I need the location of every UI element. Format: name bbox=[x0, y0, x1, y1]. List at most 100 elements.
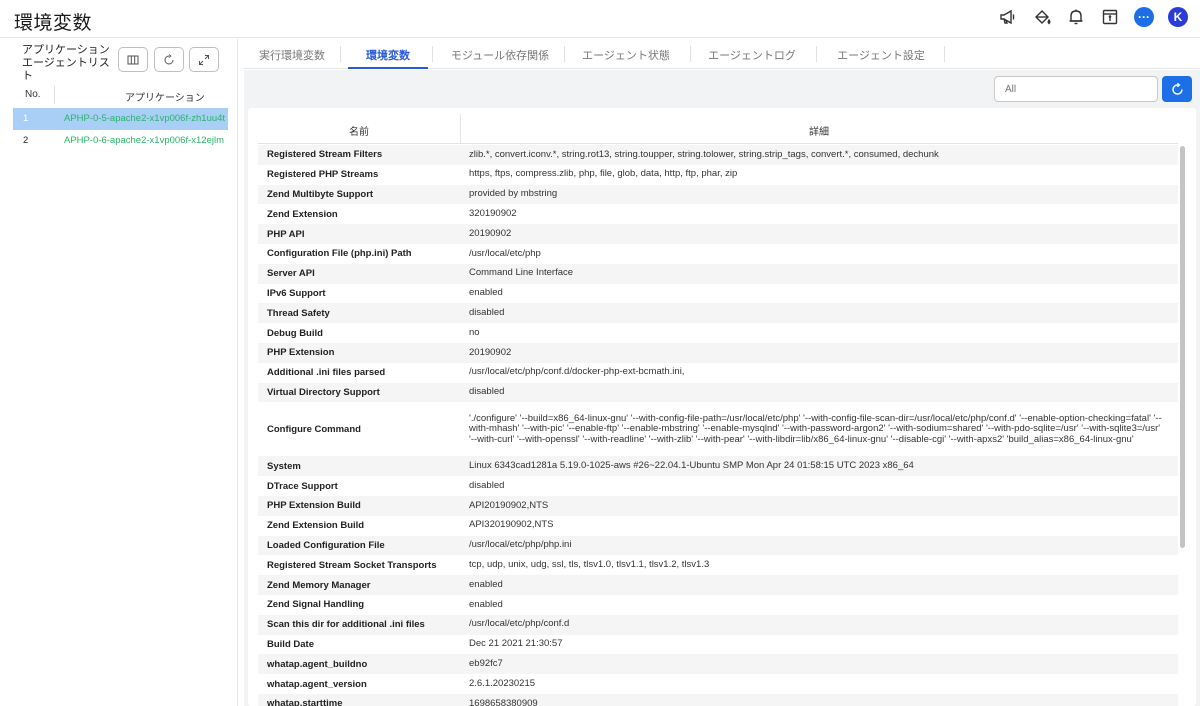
row-name: Additional .ini files parsed bbox=[267, 367, 386, 379]
row-detail: /usr/local/etc/php/php.ini bbox=[469, 539, 572, 551]
row-detail: Command Line Interface bbox=[469, 267, 574, 279]
refresh-list-button[interactable] bbox=[154, 47, 184, 72]
agent-list-title: アプリケーションエージェントリスト bbox=[22, 44, 110, 82]
row-name: Registered Stream Socket Transports bbox=[267, 559, 437, 571]
column-application: アプリケーション bbox=[125, 93, 205, 104]
row-name: Build Date bbox=[267, 638, 314, 650]
table-row: Additional .ini files parsed/usr/local/e… bbox=[258, 363, 1178, 383]
agent-list-item[interactable]: 1 APHP-0-5-apache2-x1vp006f-zh1uu4t bbox=[13, 108, 228, 130]
table-row: Build Date Dec 21 2021 21:30:57 bbox=[258, 635, 1178, 655]
table-row: Scan this dir for additional .ini files /… bbox=[258, 614, 1178, 635]
refresh-icon bbox=[164, 53, 174, 64]
row-detail: API20190902,NTS bbox=[469, 499, 549, 511]
table-header: 名前 詳細 bbox=[258, 114, 1178, 144]
row-detail: 20190902 bbox=[469, 346, 512, 358]
row-name: whatap.agent_version bbox=[267, 678, 367, 690]
row-detail: enabled bbox=[469, 287, 503, 299]
row-name: Zend Signal Handling bbox=[267, 599, 365, 611]
row-detail: zlib.*, convert.iconv.*, string.rot13, s… bbox=[469, 148, 939, 160]
table-row: Virtual Directory Support disabled bbox=[258, 382, 1178, 403]
agent-list-item[interactable]: 2 APHP-0-6-apache2-x1vp006f-x12ejlm bbox=[13, 130, 228, 152]
row-detail: disabled bbox=[469, 307, 505, 319]
table-row: Zend Multibyte Support provided by mbstri… bbox=[258, 184, 1178, 205]
row-detail: Dec 21 2021 21:30:57 bbox=[469, 638, 563, 650]
table-row: Registered Stream Filters zlib.*, convert… bbox=[258, 145, 1178, 165]
tab-agent-settings[interactable]: エージェント設定 bbox=[818, 39, 944, 69]
table-row: PHP Extension 20190902 bbox=[258, 342, 1178, 363]
expand-icon bbox=[199, 54, 209, 65]
row-name: Virtual Directory Support bbox=[267, 386, 380, 398]
tab-bar: 実行環境変数 環境変数 モジュール依存関係 エージェント状態 エージェントログ … bbox=[244, 39, 1200, 69]
row-name: Scan this dir for additional .ini files bbox=[267, 619, 425, 631]
table-row: Debug Build no bbox=[258, 323, 1178, 343]
row-detail: API320190902,NTS bbox=[469, 519, 554, 531]
row-detail: eb92fc7 bbox=[469, 657, 503, 669]
more-icon[interactable]: ··· bbox=[1134, 7, 1154, 27]
refresh-button[interactable] bbox=[1162, 76, 1192, 102]
row-name: DTrace Support bbox=[267, 480, 338, 492]
tab-module-deps[interactable]: モジュール依存関係 bbox=[436, 39, 564, 69]
table-row: Zend Memory Manager enabled bbox=[258, 575, 1178, 595]
bell-icon[interactable] bbox=[1066, 7, 1086, 27]
item-no: 1 bbox=[23, 113, 29, 124]
row-detail: provided by mbstring bbox=[469, 188, 558, 200]
paint-bucket-icon[interactable] bbox=[1032, 7, 1052, 27]
tab-runtime-env[interactable]: 実行環境変数 bbox=[244, 39, 340, 69]
header-toolbar: ··· K bbox=[998, 7, 1188, 27]
row-name: Zend Memory Manager bbox=[267, 579, 371, 591]
table-row: whatap.starttime 1698658380909 bbox=[258, 693, 1178, 706]
content-area: 名前 詳細 Registered Stream Filters zlib.*, c… bbox=[244, 70, 1200, 706]
table-row: PHP Extension Build API20190902,NTS bbox=[258, 495, 1178, 516]
row-name: Loaded Configuration File bbox=[267, 539, 385, 551]
row-detail: /usr/local/etc/php bbox=[469, 247, 541, 259]
row-detail: disabled bbox=[469, 479, 505, 491]
row-name: Configuration File (php.ini) Path bbox=[267, 248, 412, 260]
row-detail: tcp, udp, unix, udg, ssl, tls, tlsv1.0, … bbox=[469, 558, 710, 570]
table-row: Thread Safety disabled bbox=[258, 303, 1178, 324]
row-detail: 2.6.1.20230215 bbox=[469, 677, 536, 689]
row-name: whatap.starttime bbox=[267, 698, 343, 706]
env-table-card: 名前 詳細 Registered Stream Filters zlib.*, c… bbox=[248, 108, 1196, 706]
filter-input[interactable] bbox=[994, 76, 1158, 102]
announcement-icon[interactable] bbox=[998, 7, 1018, 27]
row-detail: /usr/local/etc/php/conf.d/docker-php-ext… bbox=[469, 366, 685, 378]
row-name: Server API bbox=[267, 268, 315, 280]
row-name: Zend Extension bbox=[267, 208, 338, 220]
table-row: Zend Signal Handling enabled bbox=[258, 595, 1178, 615]
table-row: whatap.agent_version 2.6.1.20230215 bbox=[258, 674, 1178, 694]
row-detail: 320190902 bbox=[469, 208, 517, 220]
row-detail: 20190902 bbox=[469, 227, 512, 239]
expand-button[interactable] bbox=[189, 47, 219, 72]
column-no: No. bbox=[25, 89, 41, 100]
vertical-scrollbar[interactable] bbox=[1180, 146, 1185, 548]
refresh-icon bbox=[1171, 82, 1183, 95]
row-name: Registered PHP Streams bbox=[267, 169, 379, 181]
tab-env-vars[interactable]: 環境変数 bbox=[348, 39, 428, 69]
calendar-icon[interactable] bbox=[1100, 7, 1120, 27]
row-name: PHP API bbox=[267, 228, 305, 240]
row-name: Configure Command bbox=[267, 423, 361, 435]
row-detail: no bbox=[469, 326, 480, 338]
row-name: PHP Extension Build bbox=[267, 500, 361, 512]
table-row: IPv6 Support enabled bbox=[258, 284, 1178, 304]
table-row: Zend Extension 320190902 bbox=[258, 204, 1178, 224]
table-row: Zend Extension Build API320190902,NTS bbox=[258, 516, 1178, 536]
table-body: Registered Stream Filters zlib.*, convert… bbox=[258, 145, 1178, 706]
column-settings-button[interactable] bbox=[118, 47, 148, 72]
row-detail: enabled bbox=[469, 598, 503, 610]
tab-agent-status[interactable]: エージェント状態 bbox=[566, 39, 686, 69]
row-name: Debug Build bbox=[267, 327, 323, 339]
column-name: 名前 bbox=[349, 127, 369, 138]
row-detail: 1698658380909 bbox=[469, 697, 538, 706]
tab-agent-log[interactable]: エージェントログ bbox=[692, 39, 812, 69]
agent-list-panel: アプリケーションエージェントリスト No. アプリケーション 1 APHP-0-… bbox=[0, 39, 238, 706]
row-detail: enabled bbox=[469, 578, 503, 590]
row-detail: './configure' '--build=x86_64-linux-gnu'… bbox=[469, 412, 1162, 445]
app-header: 環境変数 ··· K bbox=[0, 0, 1200, 38]
avatar[interactable]: K bbox=[1168, 7, 1188, 27]
table-row: Configure Command './configure' '--build=… bbox=[258, 402, 1178, 456]
row-name: Thread Safety bbox=[267, 307, 330, 319]
row-detail: Linux 6343cad1281a 5.19.0-1025-aws #26~2… bbox=[469, 460, 914, 471]
table-row: System Linux 6343cad1281a 5.19.0-1025-aws… bbox=[258, 456, 1178, 477]
row-name: IPv6 Support bbox=[267, 287, 326, 299]
